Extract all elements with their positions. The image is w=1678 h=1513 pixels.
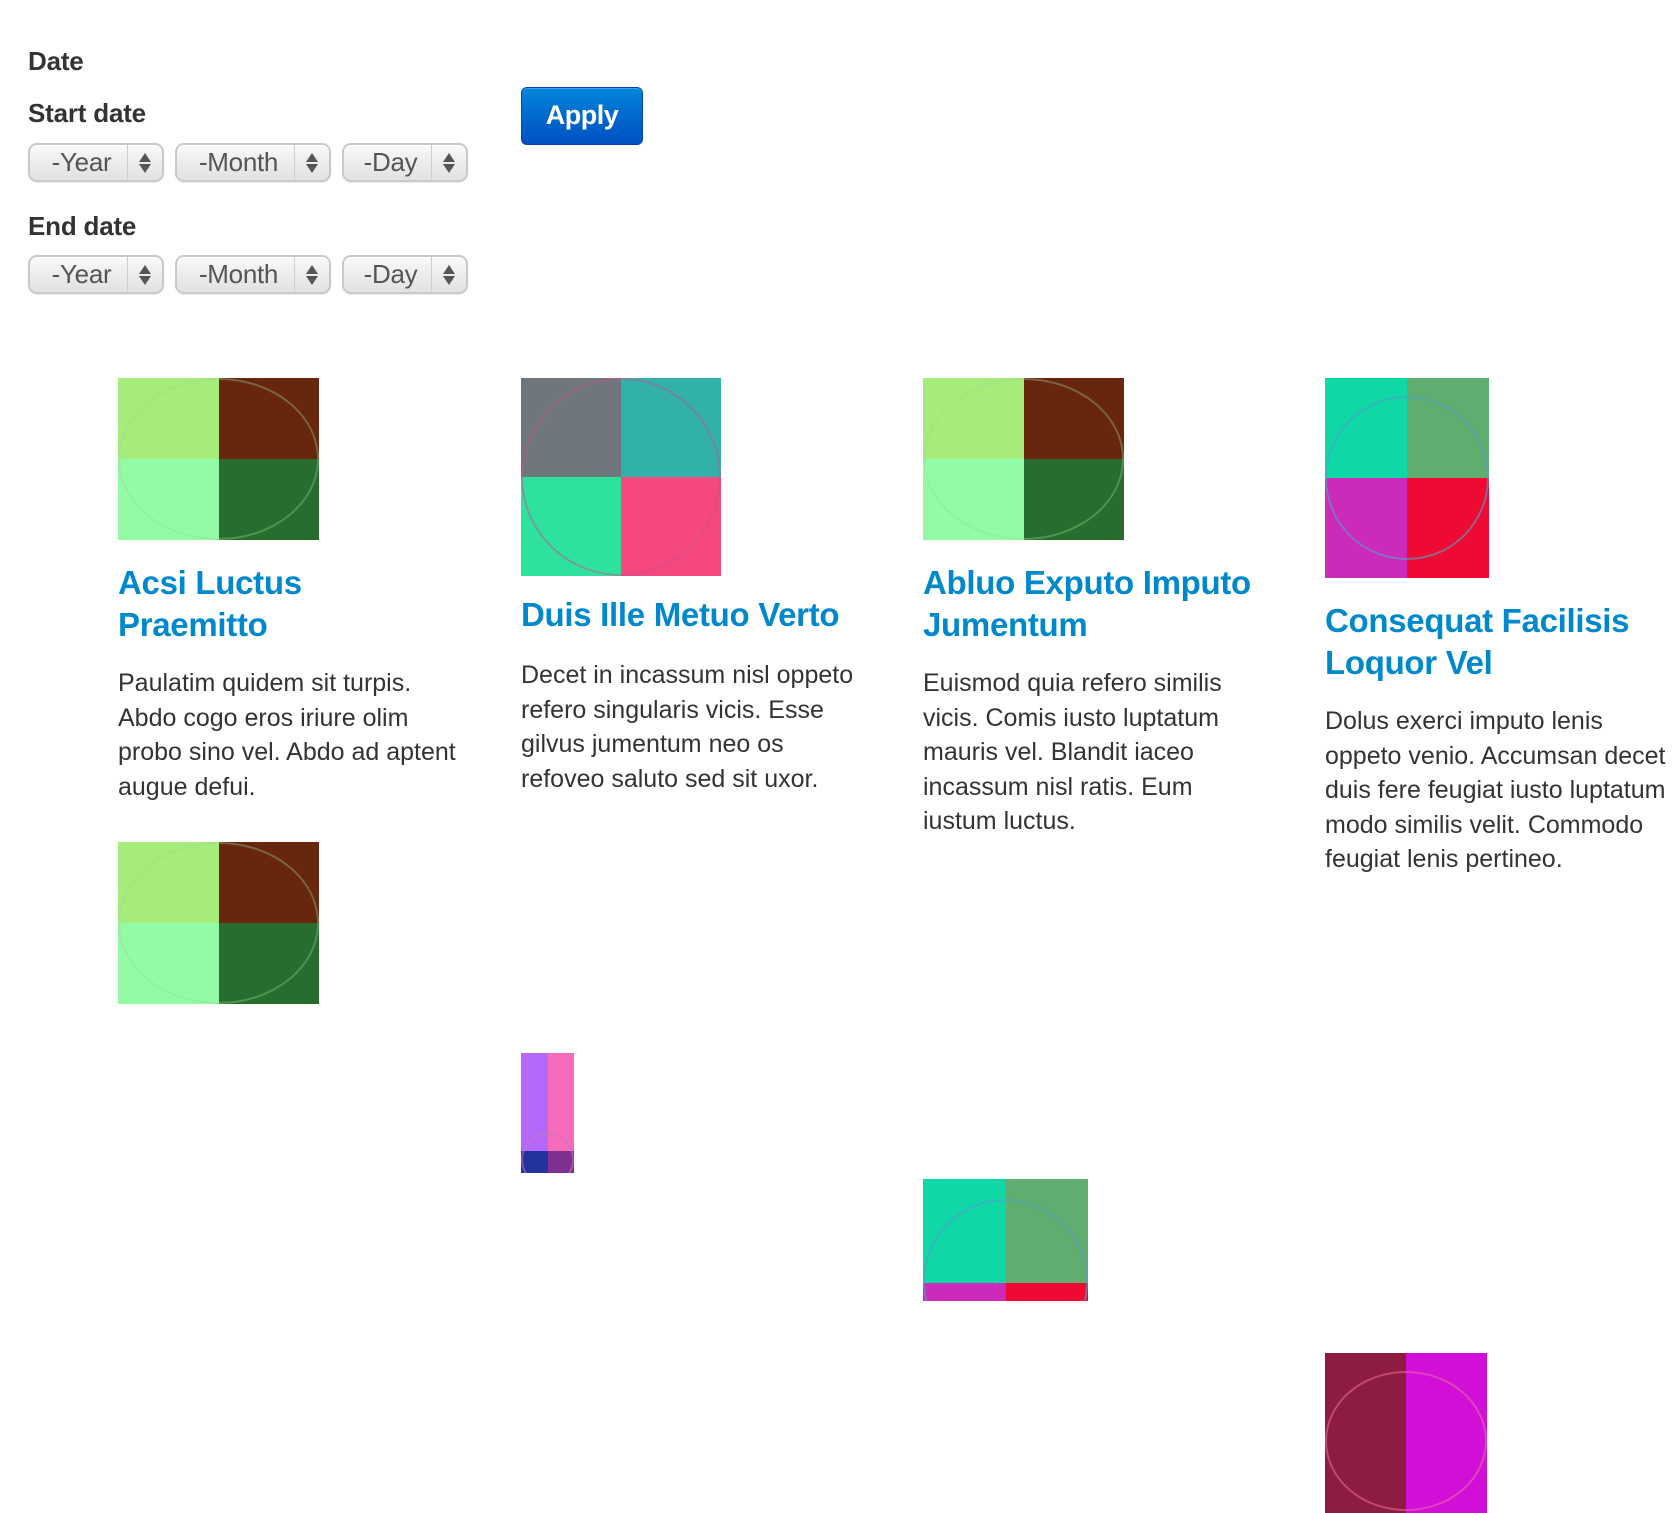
article-thumbnail[interactable] — [118, 378, 319, 540]
thumbnail-circle-overlay — [1325, 1371, 1487, 1511]
apply-button[interactable]: Apply — [521, 87, 643, 145]
article-summary: Paulatim quidem sit turpis. Abdo cogo er… — [118, 669, 456, 801]
article-title-link[interactable]: Acsi Luctus Praemitto — [118, 562, 358, 646]
article-title-link[interactable]: Consequat Facilisis Loquor Vel — [1325, 600, 1675, 684]
article-title-link[interactable]: Abluo Exputo Imputo Jumentum — [923, 562, 1263, 646]
end-month-select[interactable]: -Month — [175, 255, 331, 294]
thumbnail-circle-overlay — [923, 378, 1124, 540]
article-summary: Decet in incassum nisl oppeto refero sin… — [521, 661, 854, 793]
start-day-select[interactable]: -Day — [342, 143, 468, 182]
article-card: Consequat Facilisis Loquor Vel Dolus exe… — [1325, 378, 1678, 877]
article-thumbnail[interactable] — [521, 378, 721, 576]
select-arrows-icon — [294, 145, 329, 180]
article-summary: Dolus exerci imputo lenis oppeto venio. … — [1325, 707, 1666, 873]
article-card: Acsi Luctus Praemitto Paulatim quidem si… — [118, 378, 484, 804]
article-thumbnail[interactable] — [521, 1053, 574, 1173]
article-title-link[interactable]: Duis Ille Metuo Verto — [521, 594, 891, 636]
article-thumbnail[interactable] — [923, 378, 1124, 540]
article-card: Duis Ille Metuo Verto Decet in incassum … — [521, 378, 887, 796]
article-thumbnail[interactable] — [1325, 1353, 1487, 1513]
date-section-label: Date — [28, 46, 84, 76]
start-month-value: -Month — [198, 147, 279, 177]
start-year-value: -Year — [51, 147, 112, 177]
thumbnail-circle-overlay — [118, 378, 319, 540]
thumbnail-circle-overlay — [118, 842, 319, 1004]
end-day-select[interactable]: -Day — [342, 255, 468, 294]
article-thumbnail[interactable] — [1325, 378, 1489, 578]
start-day-value: -Day — [363, 147, 418, 177]
select-arrows-icon — [127, 145, 162, 180]
article-thumbnail[interactable] — [923, 1179, 1088, 1301]
article-card: Abluo Exputo Imputo Jumentum Euismod qui… — [923, 378, 1289, 839]
select-arrows-icon — [431, 257, 466, 292]
thumbnail-circle-overlay — [521, 378, 721, 576]
end-year-value: -Year — [51, 259, 112, 289]
start-date-label: Start date — [28, 98, 146, 128]
end-day-value: -Day — [363, 259, 418, 289]
select-arrows-icon — [431, 145, 466, 180]
select-arrows-icon — [127, 257, 162, 292]
article-summary: Euismod quia refero similis vicis. Comis… — [923, 669, 1222, 835]
start-year-select[interactable]: -Year — [28, 143, 164, 182]
thumbnail-circle-overlay — [1325, 396, 1489, 560]
end-date-label: End date — [28, 211, 137, 241]
end-month-value: -Month — [198, 259, 279, 289]
end-year-select[interactable]: -Year — [28, 255, 164, 294]
start-month-select[interactable]: -Month — [175, 143, 331, 182]
article-thumbnail[interactable] — [118, 842, 319, 1004]
select-arrows-icon — [294, 257, 329, 292]
